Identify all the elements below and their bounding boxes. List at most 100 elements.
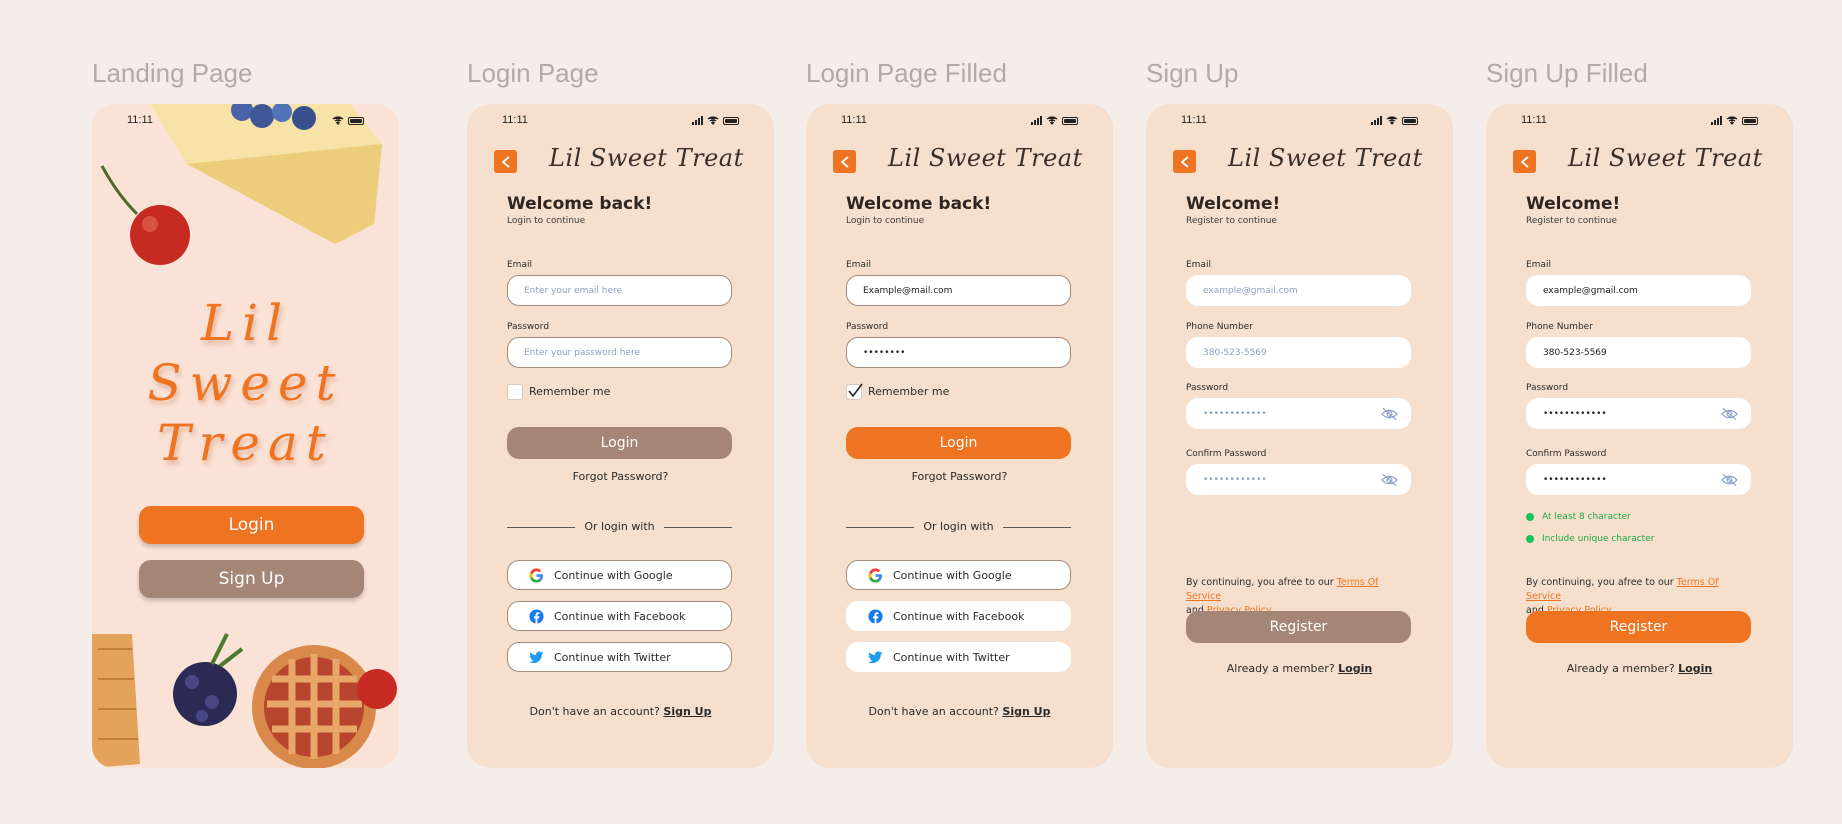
valid-dot-icon [1526, 535, 1534, 543]
email-input[interactable]: example@gmail.com [1526, 275, 1751, 306]
landing-title-line-3: Treat [157, 414, 334, 472]
section-label-login: Login Page [467, 58, 599, 88]
login-button[interactable]: Login [846, 427, 1071, 459]
status-bar: 11:11 [502, 114, 739, 128]
password-label: Password [507, 322, 550, 332]
confirm-password-input[interactable]: •••••••••••• [1526, 464, 1751, 495]
landing-title-line-2: Sweet [147, 354, 344, 412]
signal-icon [1371, 116, 1382, 125]
password-input[interactable]: •••••••• [846, 337, 1071, 368]
google-button[interactable]: Continue with Google [846, 560, 1071, 590]
phone-login-filled: 11:11 Lil Sweet Treat Welcome back! Logi… [806, 104, 1113, 768]
eye-off-icon[interactable] [1381, 407, 1398, 421]
signup-prompt: Don't have an account? Sign Up [868, 705, 1051, 718]
status-bar: 11:11 [841, 114, 1078, 128]
forgot-password-link[interactable]: Forgot Password? [806, 470, 1113, 483]
google-label: Continue with Google [554, 568, 673, 582]
password-label: Password [1186, 383, 1229, 393]
page-subheading: Register to continue [1526, 216, 1617, 226]
remember-checkbox[interactable] [507, 384, 523, 400]
signal-icon [1031, 116, 1042, 125]
remember-checkbox[interactable] [846, 383, 863, 400]
battery-icon [348, 116, 364, 125]
phone-label: Phone Number [1526, 322, 1593, 332]
landing-login-button[interactable]: Login [139, 506, 364, 544]
status-time: 11:11 [127, 114, 153, 126]
phone-input[interactable]: 380-523-5569 [1526, 337, 1751, 368]
password-label: Password [846, 322, 889, 332]
page-subheading: Register to continue [1186, 216, 1277, 226]
page-heading: Welcome! [1186, 194, 1281, 214]
landing-title-line-1: Lil [200, 294, 291, 352]
waffle-image [92, 634, 140, 768]
eye-off-icon[interactable] [1381, 473, 1398, 487]
back-button[interactable] [1513, 150, 1536, 173]
confirm-password-value: •••••••••••• [1543, 474, 1607, 485]
email-input[interactable]: example@gmail.com [1186, 275, 1411, 306]
register-button[interactable]: Register [1186, 611, 1411, 643]
battery-icon [723, 116, 739, 125]
status-time: 11:11 [502, 114, 528, 126]
status-bar: 11:11 [1181, 114, 1418, 128]
signup-link[interactable]: Sign Up [1002, 705, 1050, 718]
facebook-label: Continue with Facebook [554, 609, 686, 623]
battery-icon [1402, 116, 1418, 125]
brand-logo: Lil Sweet Treat [549, 144, 744, 172]
register-button[interactable]: Register [1526, 611, 1751, 643]
page-heading: Welcome back! [846, 194, 992, 214]
google-button[interactable]: Continue with Google [507, 560, 732, 590]
back-arrow-icon [1180, 155, 1189, 168]
confirm-password-value: •••••••••••• [1203, 474, 1267, 485]
login-button[interactable]: Login [507, 427, 732, 459]
login-link[interactable]: Login [1678, 662, 1712, 675]
wifi-icon [707, 116, 719, 125]
twitter-icon [528, 649, 544, 665]
status-time: 11:11 [1181, 114, 1207, 126]
forgot-password-link[interactable]: Forgot Password? [467, 470, 774, 483]
password-value: •••••••••••• [1543, 408, 1607, 419]
google-icon [867, 567, 883, 583]
email-label: Email [1526, 260, 1551, 270]
signup-prompt: Don't have an account? Sign Up [529, 705, 712, 718]
checkmark-icon [848, 383, 863, 398]
twitter-button[interactable]: Continue with Twitter [507, 642, 732, 672]
battery-icon [1062, 116, 1078, 125]
status-time: 11:11 [841, 114, 867, 126]
back-button[interactable] [1173, 150, 1196, 173]
phone-signup: 11:11 Lil Sweet Treat Welcome! Register … [1146, 104, 1453, 768]
facebook-icon [528, 608, 544, 624]
login-link[interactable]: Login [1338, 662, 1372, 675]
confirm-password-input[interactable]: •••••••••••• [1186, 464, 1411, 495]
phone-login: 11:11 Lil Sweet Treat Welcome back! Logi… [467, 104, 774, 768]
remember-label: Remember me [868, 385, 950, 398]
section-label-signup-filled: Sign Up Filled [1486, 58, 1648, 88]
validation-min-length: At least 8 character [1526, 512, 1631, 522]
signup-link[interactable]: Sign Up [663, 705, 711, 718]
phone-input[interactable]: 380-523-5569 [1186, 337, 1411, 368]
email-input[interactable]: Example@mail.com [846, 275, 1071, 306]
blackberry-image [173, 633, 244, 726]
back-arrow-icon [1520, 155, 1529, 168]
back-button[interactable] [494, 150, 517, 173]
facebook-button[interactable]: Continue with Facebook [846, 601, 1071, 631]
back-button[interactable] [833, 150, 856, 173]
status-bar: 11:11 [1521, 114, 1758, 128]
facebook-icon [867, 608, 883, 624]
validation-unique-char: Include unique character [1526, 534, 1654, 544]
page-heading: Welcome! [1526, 194, 1621, 214]
back-arrow-icon [501, 155, 510, 168]
twitter-button[interactable]: Continue with Twitter [846, 642, 1071, 672]
facebook-button[interactable]: Continue with Facebook [507, 601, 732, 631]
google-label: Continue with Google [893, 568, 1012, 582]
password-input[interactable]: •••••••••••• [1526, 398, 1751, 429]
password-value: •••••••••••• [1203, 408, 1267, 419]
password-input[interactable]: •••••••••••• [1186, 398, 1411, 429]
landing-signup-button[interactable]: Sign Up [139, 560, 364, 598]
eye-off-icon[interactable] [1721, 473, 1738, 487]
password-input[interactable]: Enter your password here [507, 337, 732, 368]
facebook-label: Continue with Facebook [893, 609, 1025, 623]
page-subheading: Login to continue [507, 216, 586, 226]
email-input[interactable]: Enter your email here [507, 275, 732, 306]
cherry-image [100, 165, 190, 265]
eye-off-icon[interactable] [1721, 407, 1738, 421]
